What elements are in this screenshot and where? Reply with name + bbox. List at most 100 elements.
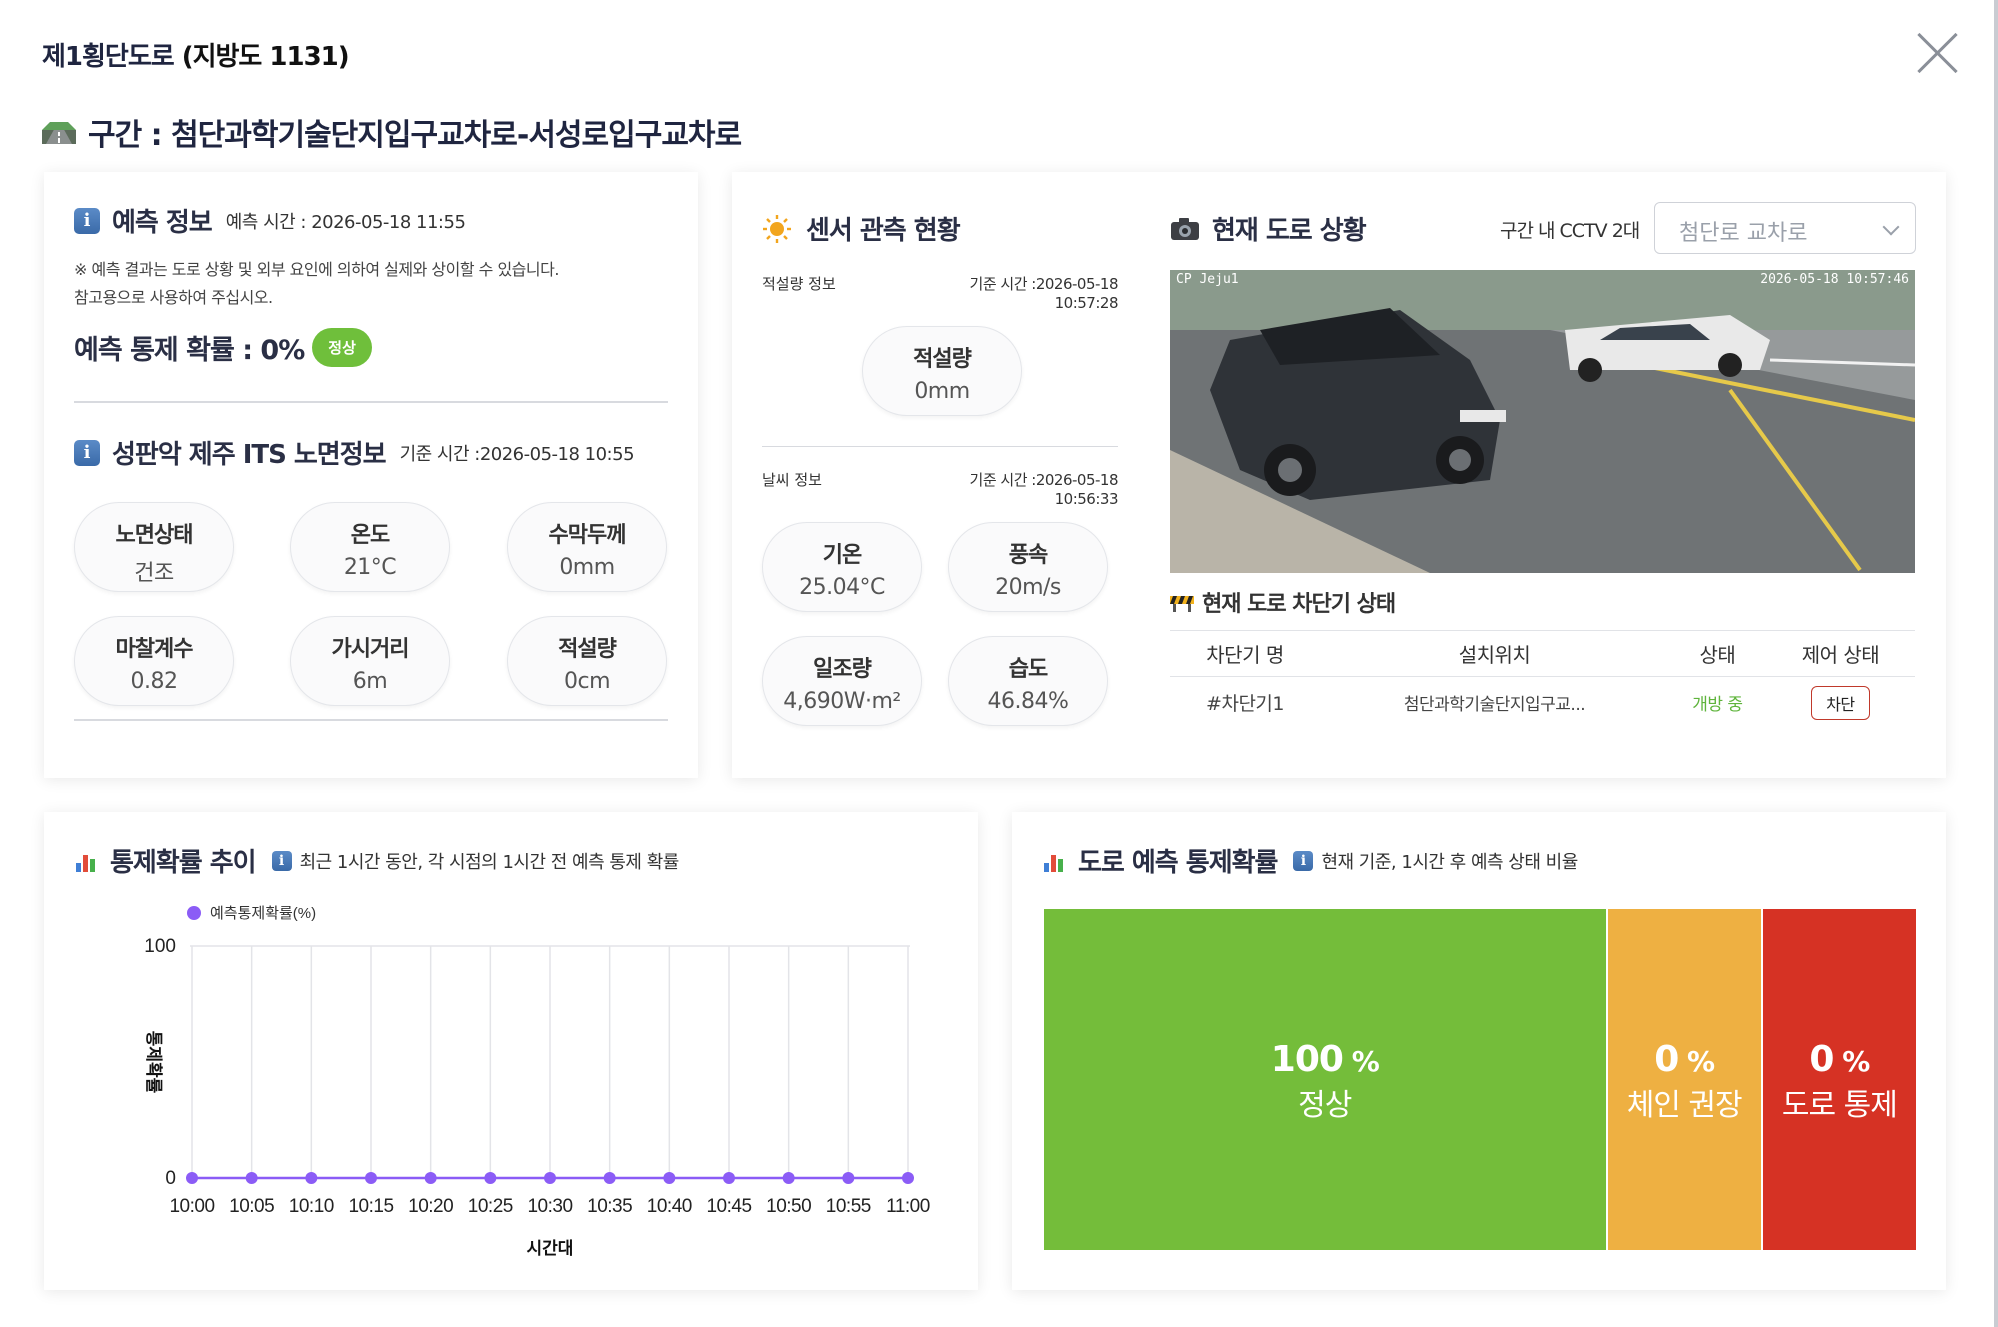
pill-label: 가시거리 (331, 637, 410, 662)
segment-percent: 0 % (1763, 1039, 1916, 1080)
divider (74, 401, 668, 403)
table-row: #차단기1 첨단과학기술단지입구교... 개방 중 차단 (1170, 677, 1915, 729)
data-point (424, 1172, 437, 1184)
snow-info-label: 적설량 정보 (762, 275, 836, 293)
segment-unit: % (1678, 1045, 1715, 1078)
cctv-select[interactable]: 첨단로 교차로 (1654, 202, 1916, 254)
pill-value: 25.04°C (799, 575, 885, 600)
sensor-snow: 적설량 0mm (862, 326, 1022, 416)
segment-label: 정상 (1298, 1088, 1352, 1123)
close-icon[interactable] (1912, 26, 1964, 78)
data-point (603, 1172, 616, 1184)
pill-label: 마찰계수 (115, 637, 194, 662)
sensor-sunlight: 일조량 4,690W·m² (762, 636, 922, 726)
segment-value: 0 (1654, 1039, 1679, 1080)
pill-label: 적설량 (913, 347, 972, 372)
trend-chart: 예측통제확률(%) 100 0 10:00 10:05 10:10 10:15 10:20 10… (144, 905, 930, 1258)
road-status-title: 현재 도로 상황 (1212, 216, 1367, 246)
data-point (305, 1172, 318, 1184)
pill-value: 20m/s (995, 575, 1061, 600)
treemap-segment: 0 % 도로 통제 (1760, 909, 1916, 1250)
bar-chart-icon (1044, 854, 1063, 872)
section-text: 구간 : 첨단과학기술단지입구교차로-서성로입구교차로 (88, 118, 742, 153)
block-button[interactable]: 차단 (1811, 685, 1870, 720)
prediction-title: 예측 정보 (112, 208, 213, 238)
road-title: 제1횡단도로 (지방도 1131) (42, 36, 350, 73)
road-code: (지방도 1131) (181, 42, 350, 72)
x-tick-label: 10:20 (408, 1196, 453, 1217)
y-tick-label: 100 (144, 936, 176, 957)
pill-label: 기온 (822, 543, 862, 568)
barrier-control-cell: 차단 (1766, 677, 1915, 729)
data-point (484, 1172, 497, 1184)
barrier-name: #차단기1 (1206, 693, 1284, 716)
sensor-header: 센서 관측 현황 (762, 210, 961, 247)
segment-percent: 0 % (1608, 1039, 1761, 1080)
pill-value: 0mm (559, 555, 615, 580)
x-tick-label: 10:05 (229, 1196, 274, 1217)
its-time: 기준 시간 :2026-05-18 10:55 (399, 443, 635, 465)
sensor-temperature: 기온 25.04°C (762, 522, 922, 612)
road-icon (42, 122, 76, 144)
prediction-probability: 예측 통제 확률 : 0% (74, 335, 305, 366)
legend-marker (187, 906, 201, 920)
info-icon: i (271, 850, 292, 871)
x-tick-label: 11:00 (886, 1196, 930, 1217)
segment-percent: 100 % (1044, 1039, 1606, 1080)
segment-value: 100 (1270, 1039, 1344, 1080)
chevron-down-icon (1882, 218, 1900, 236)
cctv-image[interactable]: CP Jeju1 2026-05-18 10:57:46 (1170, 270, 1915, 573)
pill-value: 46.84% (987, 689, 1069, 714)
its-item-snow: 적설량 0cm (507, 616, 667, 706)
its-title: 성판악 제주 ITS 노면정보 (112, 440, 387, 470)
data-point (902, 1172, 914, 1184)
info-icon: i (74, 439, 100, 466)
col-name: 차단기 명 (1170, 630, 1321, 677)
cctv-tag: CP Jeju1 (1176, 272, 1239, 287)
modal: 제1횡단도로 (지방도 1131) 구간 : 첨단과학기술단지입구교차로-서성로입… (0, 0, 1998, 1327)
cctv-select-value: 첨단로 교차로 (1679, 221, 1808, 246)
x-tick-label: 10:30 (527, 1196, 572, 1217)
its-item-visibility: 가시거리 6m (290, 616, 450, 706)
barrier-header-row: 차단기 명 설치위치 상태 제어 상태 (1170, 630, 1915, 677)
weather-info-label: 날씨 정보 (762, 471, 822, 489)
snow-info-time: 기준 시간 :2026-05-18 10:57:28 (969, 275, 1119, 312)
x-tick-label: 10:55 (826, 1196, 871, 1217)
divider (74, 719, 668, 721)
col-status: 상태 (1668, 630, 1766, 677)
segment-text: 100 % 정상 (1044, 1039, 1606, 1124)
data-point (365, 1172, 377, 1184)
barrier-status: 개방 중 (1692, 695, 1743, 716)
camera-icon (1171, 217, 1199, 240)
sun-icon (763, 214, 791, 243)
data-point (544, 1172, 556, 1184)
prediction-time: 예측 시간 : 2026-05-18 11:55 (225, 211, 466, 233)
segment-unit: % (1833, 1045, 1870, 1078)
x-tick-label: 10:25 (468, 1196, 513, 1217)
x-tick-label: 10:10 (289, 1196, 334, 1217)
treemap-segment: 0 % 체인 권장 (1605, 909, 1761, 1250)
x-axis-label: 시간대 (527, 1239, 574, 1258)
pill-label: 일조량 (813, 657, 872, 682)
prediction-note-2: 참고용으로 사용하여 주십시오. (74, 288, 273, 307)
pill-label: 풍속 (1008, 543, 1048, 568)
scrollbar[interactable] (1994, 0, 1998, 1327)
data-point (663, 1172, 676, 1184)
x-tick-label: 10:00 (169, 1196, 214, 1217)
pill-label: 수막두께 (548, 523, 627, 548)
trend-desc: 최근 1시간 동안, 각 시점의 1시간 전 예측 통제 확률 (299, 851, 680, 873)
its-item-water-film: 수막두께 0mm (507, 502, 667, 592)
section-title: 구간 : 첨단과학기술단지입구교차로-서성로입구교차로 (42, 110, 742, 154)
road-name: 제1횡단도로 (42, 42, 175, 72)
status-badge: 정상 (312, 328, 372, 367)
barrier-header: 현재 도로 차단기 상태 (1170, 586, 1396, 618)
barrier-title: 현재 도로 차단기 상태 (1202, 592, 1396, 617)
segment-value: 0 (1809, 1039, 1834, 1080)
barrier-icon (1170, 596, 1194, 612)
pill-value: 0mm (914, 379, 970, 404)
cctv-timestamp: 2026-05-18 10:57:46 (1760, 272, 1909, 287)
pill-value: 21°C (343, 555, 397, 580)
col-control: 제어 상태 (1765, 630, 1915, 677)
data-point (186, 1172, 198, 1184)
prediction-card: i 예측 정보 예측 시간 : 2026-05-18 11:55 ※ 예측 결과… (44, 172, 698, 778)
